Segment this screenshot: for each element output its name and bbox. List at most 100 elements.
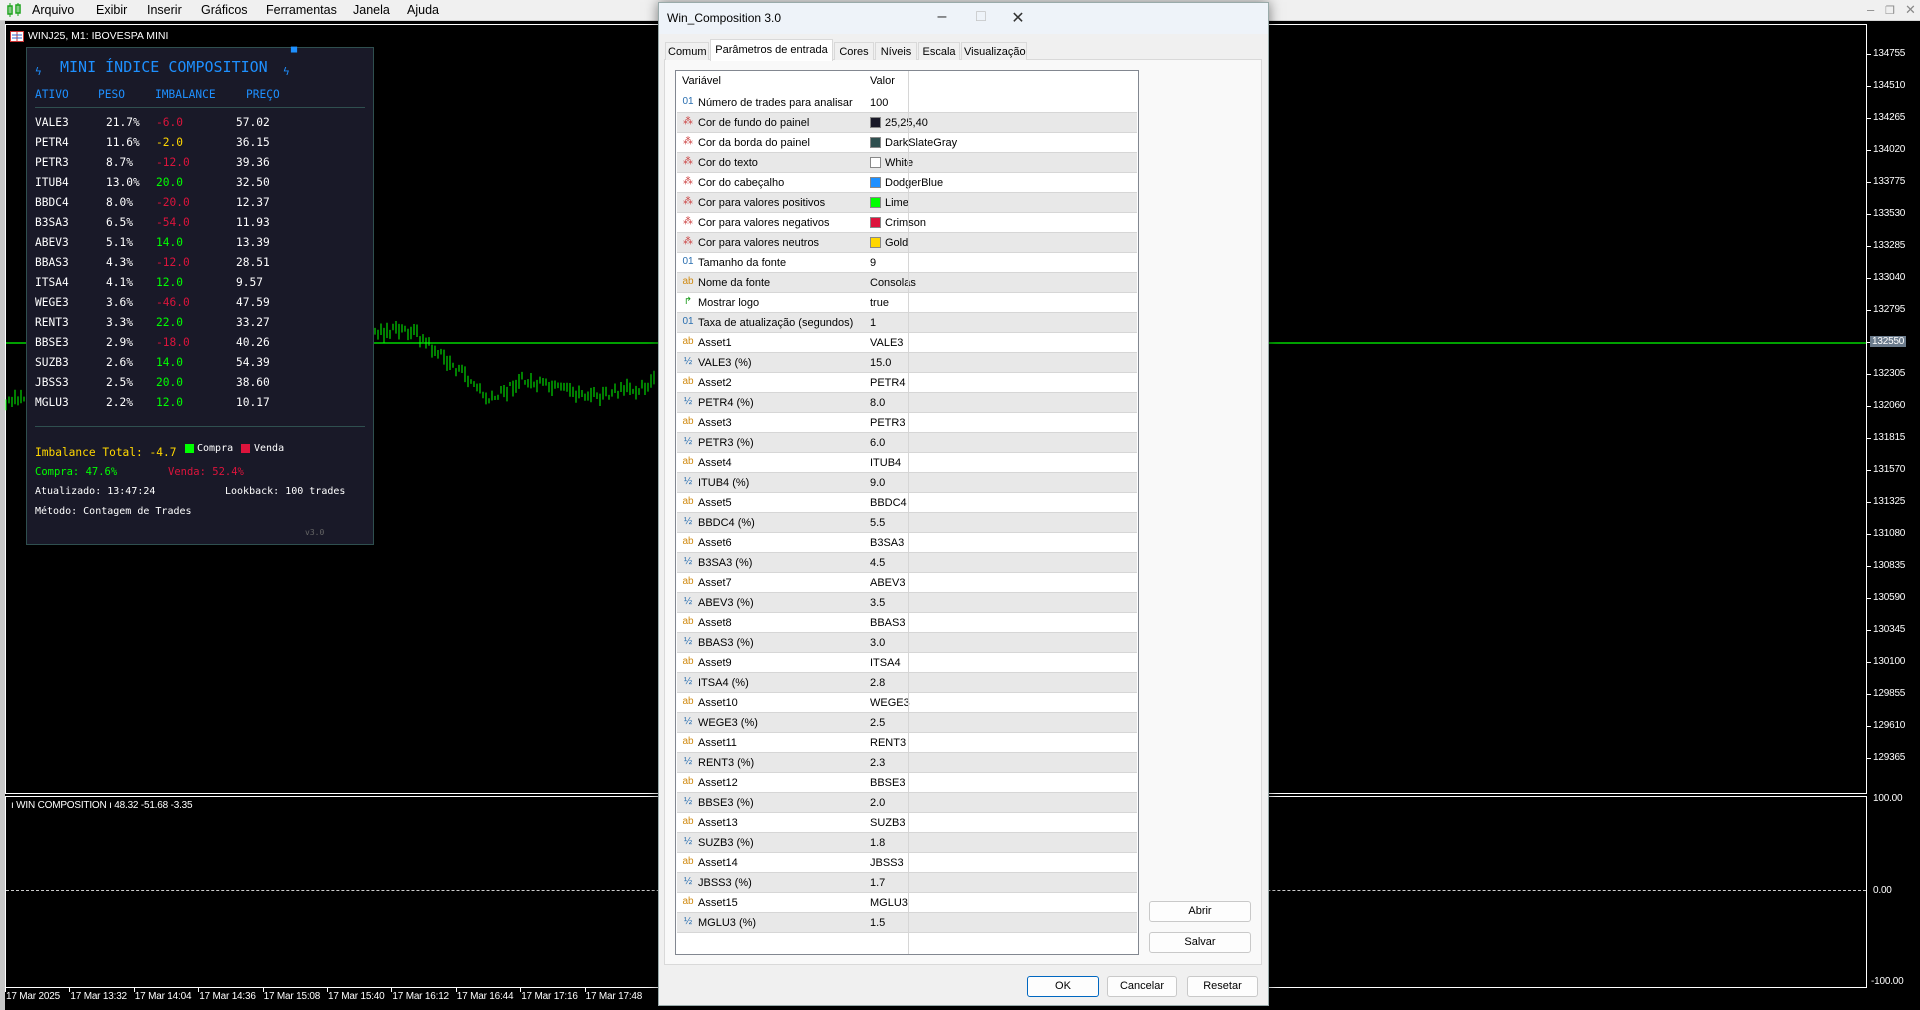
color-swatch[interactable] xyxy=(870,137,881,148)
ok-button[interactable]: OK xyxy=(1027,976,1099,997)
param-row[interactable]: ½ SUZB3 (%) 1.8 xyxy=(677,833,1137,853)
param-row[interactable]: ½ PETR4 (%) 8.0 xyxy=(677,393,1137,413)
param-value[interactable]: 3.0 xyxy=(870,637,885,649)
param-value[interactable]: PETR3 xyxy=(870,417,905,429)
param-value[interactable]: WEGE3 xyxy=(870,697,910,709)
color-swatch[interactable] xyxy=(870,157,881,168)
param-row[interactable]: ab Asset1 VALE3 xyxy=(677,333,1137,353)
param-row[interactable]: ab Asset2 PETR4 xyxy=(677,373,1137,393)
param-value[interactable]: BBDC4 xyxy=(870,497,907,509)
param-row[interactable]: 01 Taxa de atualização (segundos) 1 xyxy=(677,313,1137,333)
tab-escala[interactable]: Escala xyxy=(918,42,960,60)
param-value[interactable]: 25,25,40 xyxy=(885,117,928,129)
reset-button[interactable]: Resetar xyxy=(1187,976,1258,997)
color-swatch[interactable] xyxy=(870,177,881,188)
param-value[interactable]: 5.5 xyxy=(870,517,885,529)
param-row[interactable]: 01 Tamanho da fonte 9 xyxy=(677,253,1137,273)
param-value[interactable]: Crimson xyxy=(885,217,926,229)
param-value[interactable]: ITSA4 xyxy=(870,657,901,669)
cancel-button[interactable]: Cancelar xyxy=(1107,976,1177,997)
column-header-variable[interactable]: Variável xyxy=(682,75,721,87)
param-row[interactable]: 01 Número de trades para analisar 100 xyxy=(677,93,1137,113)
param-row[interactable]: ½ BBSE3 (%) 2.0 xyxy=(677,793,1137,813)
param-row[interactable]: ½ WEGE3 (%) 2.5 xyxy=(677,713,1137,733)
param-row[interactable]: ⁂ Cor para valores neutros Gold xyxy=(677,233,1137,253)
param-row[interactable]: ab Asset14 JBSS3 xyxy=(677,853,1137,873)
param-row[interactable]: ⁂ Cor da borda do painel DarkSlateGray xyxy=(677,133,1137,153)
param-value[interactable]: 1.8 xyxy=(870,837,885,849)
tab-cores[interactable]: Cores xyxy=(834,42,874,60)
param-row[interactable]: ½ VALE3 (%) 15.0 xyxy=(677,353,1137,373)
param-row[interactable]: ½ MGLU3 (%) 1.5 xyxy=(677,913,1137,933)
param-row[interactable]: ab Asset11 RENT3 xyxy=(677,733,1137,753)
param-value[interactable]: 1 xyxy=(870,317,876,329)
param-row[interactable]: ½ ABEV3 (%) 3.5 xyxy=(677,593,1137,613)
color-swatch[interactable] xyxy=(870,117,881,128)
param-value[interactable]: 9 xyxy=(870,257,876,269)
save-button[interactable]: Salvar xyxy=(1149,932,1251,953)
param-value[interactable]: BBSE3 xyxy=(870,777,905,789)
param-row[interactable]: ½ RENT3 (%) 2.3 xyxy=(677,753,1137,773)
param-value[interactable]: 2.0 xyxy=(870,797,885,809)
param-value[interactable]: 2.3 xyxy=(870,757,885,769)
param-row[interactable]: ab Asset7 ABEV3 xyxy=(677,573,1137,593)
color-swatch[interactable] xyxy=(870,197,881,208)
param-row[interactable]: ↱ Mostrar logo true xyxy=(677,293,1137,313)
param-value[interactable]: VALE3 xyxy=(870,337,903,349)
param-row[interactable]: ab Asset9 ITSA4 xyxy=(677,653,1137,673)
param-row[interactable]: ab Asset10 WEGE3 xyxy=(677,693,1137,713)
param-value[interactable]: Lime xyxy=(885,197,909,209)
param-row[interactable]: ⁂ Cor para valores positivos Lime xyxy=(677,193,1137,213)
minimize-icon[interactable]: – xyxy=(932,8,952,26)
tab-visualizacao[interactable]: Visualização xyxy=(961,42,1027,60)
param-value[interactable]: B3SA3 xyxy=(870,537,904,549)
param-row[interactable]: ½ B3SA3 (%) 4.5 xyxy=(677,553,1137,573)
param-value[interactable]: ABEV3 xyxy=(870,577,905,589)
param-value[interactable]: SUZB3 xyxy=(870,817,905,829)
param-value[interactable]: 3.5 xyxy=(870,597,885,609)
color-swatch[interactable] xyxy=(870,237,881,248)
param-value[interactable]: ITUB4 xyxy=(870,457,901,469)
param-value[interactable]: true xyxy=(870,297,889,309)
param-value[interactable]: 4.5 xyxy=(870,557,885,569)
color-swatch[interactable] xyxy=(870,217,881,228)
param-row[interactable]: ⁂ Cor do cabeçalho DodgerBlue xyxy=(677,173,1137,193)
tab-comum[interactable]: Comum xyxy=(665,42,709,60)
param-row[interactable]: ab Asset15 MGLU3 xyxy=(677,893,1137,913)
param-value[interactable]: 6.0 xyxy=(870,437,885,449)
param-value[interactable]: 9.0 xyxy=(870,477,885,489)
save-icon[interactable]: ▀ xyxy=(291,48,297,59)
param-row[interactable]: ⁂ Cor do texto White xyxy=(677,153,1137,173)
param-row[interactable]: ab Asset12 BBSE3 xyxy=(677,773,1137,793)
param-value[interactable]: 15.0 xyxy=(870,357,891,369)
param-row[interactable]: ⁂ Cor para valores negativos Crimson xyxy=(677,213,1137,233)
param-value[interactable]: PETR4 xyxy=(870,377,905,389)
dialog-titlebar[interactable]: Win_Composition 3.0 – □ ✕ xyxy=(659,3,1268,34)
column-header-value[interactable]: Valor xyxy=(870,75,895,87)
param-row[interactable]: ½ ITUB4 (%) 9.0 xyxy=(677,473,1137,493)
param-row[interactable]: ab Asset3 PETR3 xyxy=(677,413,1137,433)
param-row[interactable]: ab Asset6 B3SA3 xyxy=(677,533,1137,553)
param-value[interactable]: 100 xyxy=(870,97,888,109)
tab-parametros-de-entrada[interactable]: Parâmetros de entrada xyxy=(710,39,833,61)
param-row[interactable]: ½ BBAS3 (%) 3.0 xyxy=(677,633,1137,653)
param-row[interactable]: ½ ITSA4 (%) 2.8 xyxy=(677,673,1137,693)
param-value[interactable]: DarkSlateGray xyxy=(885,137,957,149)
param-row[interactable]: ½ JBSS3 (%) 1.7 xyxy=(677,873,1137,893)
param-row[interactable]: ab Asset4 ITUB4 xyxy=(677,453,1137,473)
param-value[interactable]: 1.5 xyxy=(870,917,885,929)
param-value[interactable]: 8.0 xyxy=(870,397,885,409)
param-value[interactable]: 2.8 xyxy=(870,677,885,689)
param-value[interactable]: 1.7 xyxy=(870,877,885,889)
param-value[interactable]: Gold xyxy=(885,237,908,249)
param-value[interactable]: RENT3 xyxy=(870,737,906,749)
param-value[interactable]: JBSS3 xyxy=(870,857,904,869)
param-value[interactable]: MGLU3 xyxy=(870,897,908,909)
param-value[interactable]: DodgerBlue xyxy=(885,177,943,189)
tab-niveis[interactable]: Níveis xyxy=(875,42,917,60)
parameters-list[interactable]: Variável Valor 01 Número de trades para a… xyxy=(675,70,1139,955)
param-row[interactable]: ab Asset8 BBAS3 xyxy=(677,613,1137,633)
param-row[interactable]: ½ PETR3 (%) 6.0 xyxy=(677,433,1137,453)
close-icon[interactable]: ✕ xyxy=(1008,8,1028,28)
param-row[interactable]: ab Asset5 BBDC4 xyxy=(677,493,1137,513)
